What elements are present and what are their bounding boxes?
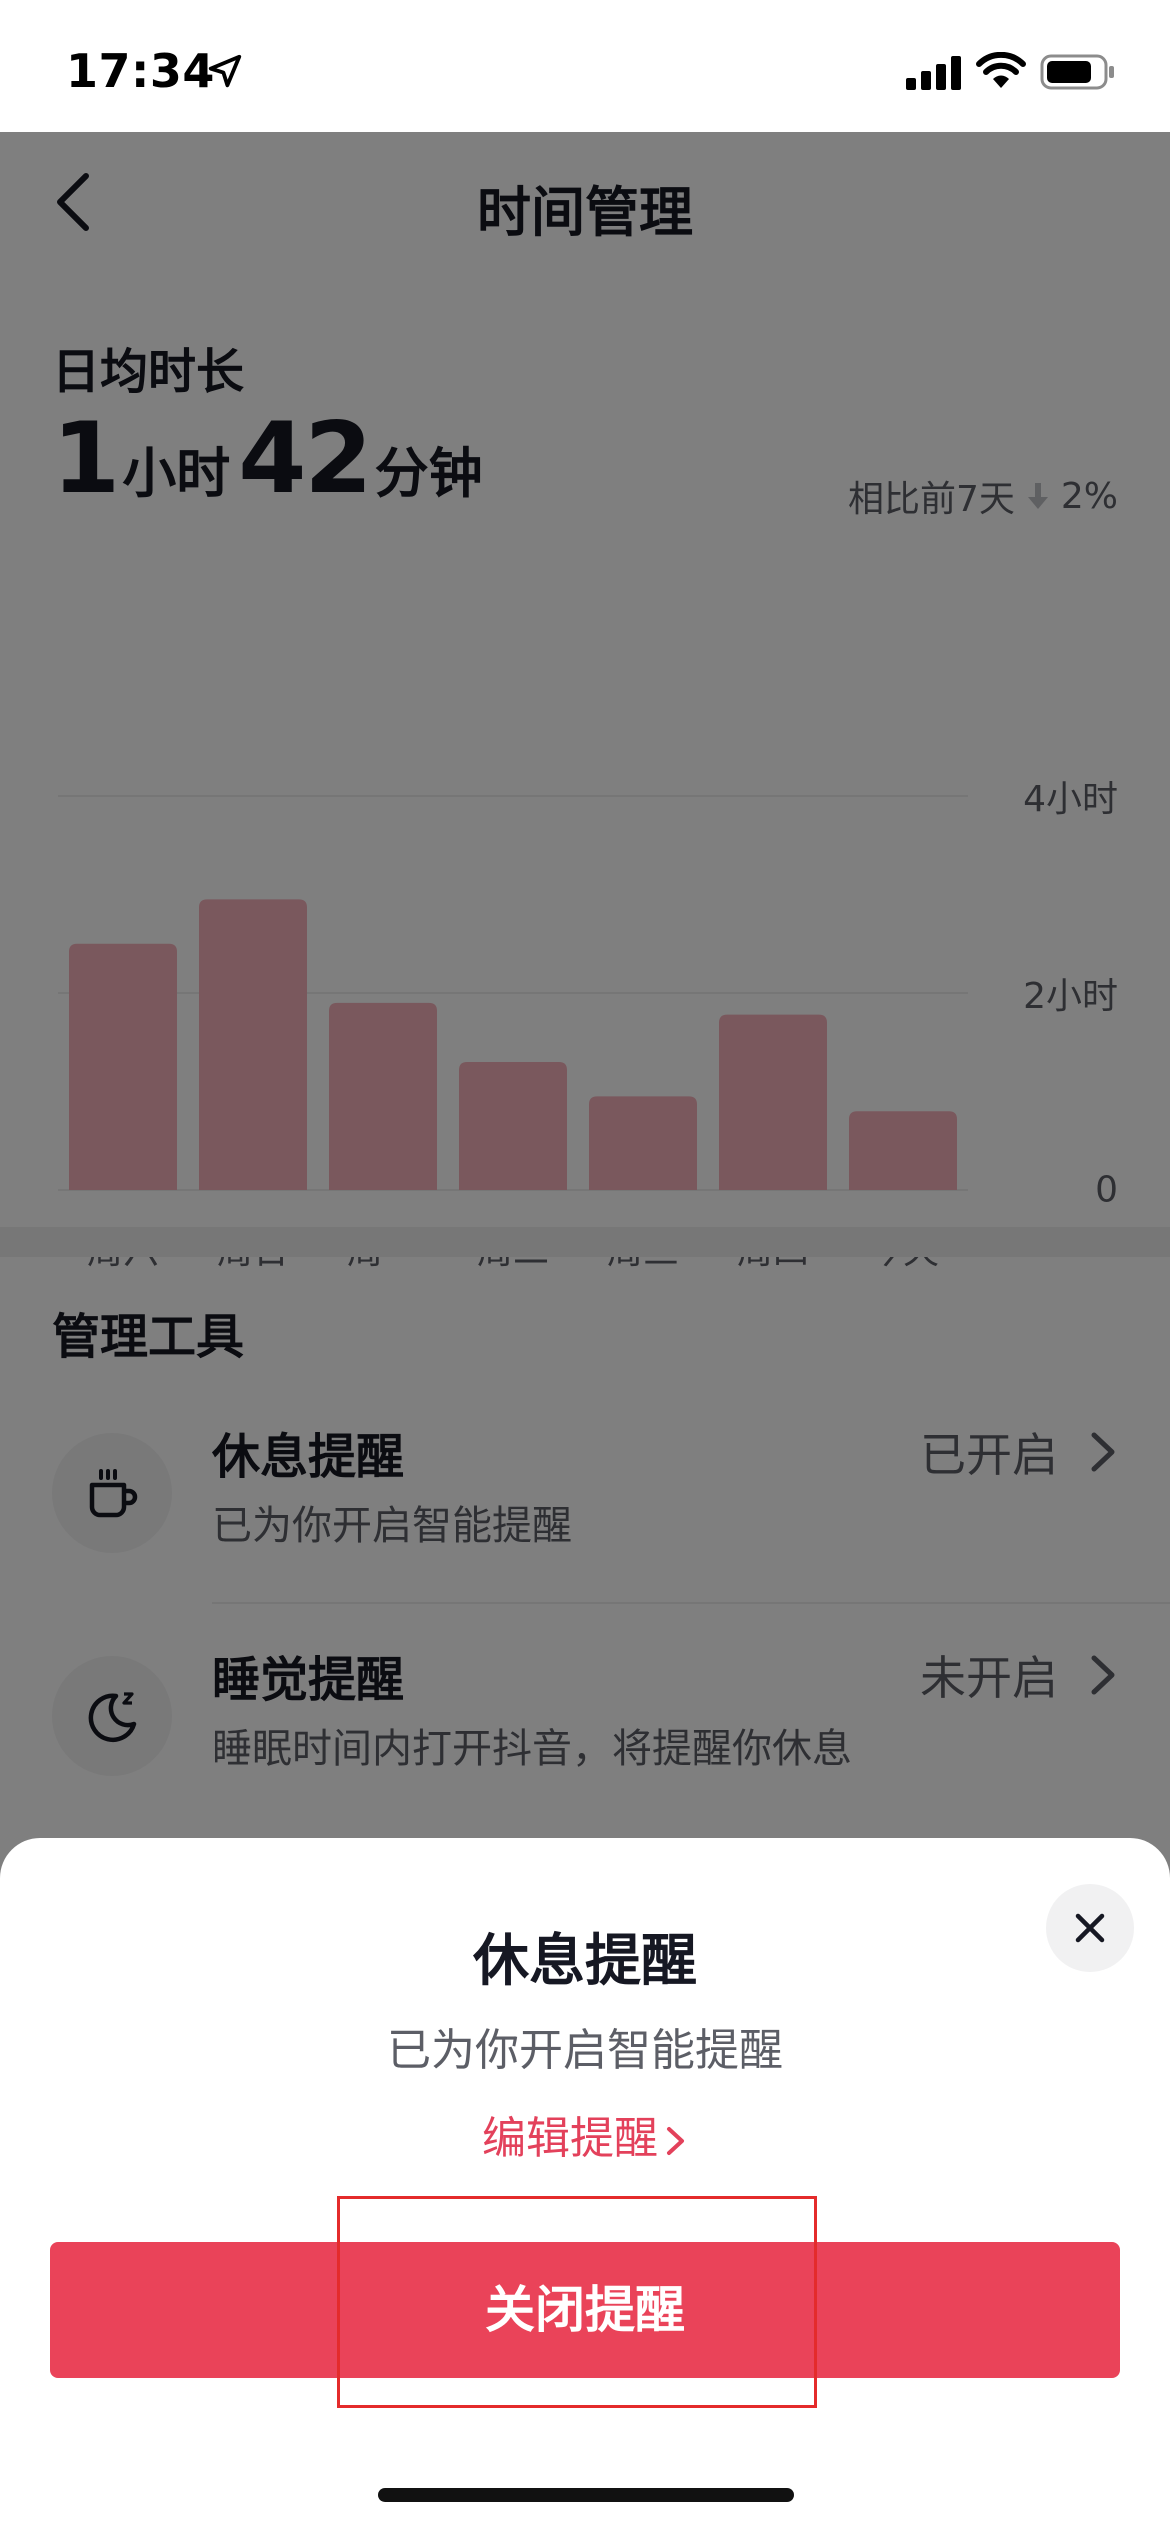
- sheet-subtitle: 已为你开启智能提醒: [387, 2025, 783, 2076]
- status-time: 17:34: [66, 44, 215, 98]
- sheet-title: 休息提醒: [473, 1929, 697, 1994]
- status-bar: 17:34: [0, 0, 1170, 132]
- wifi-icon: [976, 52, 1026, 88]
- signal-icon: [906, 56, 961, 90]
- battery-icon: [1040, 54, 1114, 90]
- rest-reminder-sheet: 休息提醒 已为你开启智能提醒 编辑提醒 关闭提醒: [0, 1838, 1170, 2532]
- location-arrow-icon: [208, 54, 242, 88]
- home-indicator: [378, 2488, 794, 2502]
- edit-reminder-link[interactable]: 编辑提醒: [0, 2102, 1170, 2166]
- chevron-right-icon: [667, 2127, 684, 2155]
- edit-reminder-label: 编辑提醒: [482, 2113, 658, 2164]
- annotation-highlight-box: [337, 2196, 817, 2408]
